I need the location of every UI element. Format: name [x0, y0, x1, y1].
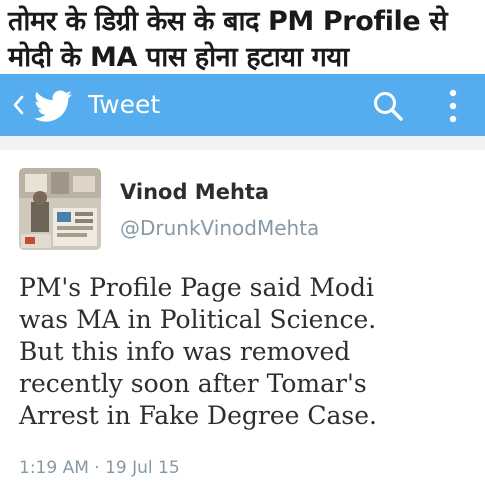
tweet-card: Vinod Mehta @DrunkVinodMehta PM's Profil…: [0, 150, 485, 492]
user-handle[interactable]: @DrunkVinodMehta: [120, 216, 319, 240]
headline-line-1: तोमर के डिग्री केस के बाद PM Profile से: [8, 6, 448, 37]
tweet-text-line: PM's Profile Page said Modi: [19, 273, 374, 302]
tweet-text-line: Arrest in Fake Degree Case.: [19, 401, 377, 430]
toolbar-title: Tweet: [88, 90, 161, 119]
tweet-text-line: But this info was removed: [19, 337, 351, 366]
news-headline: तोमर के डिग्री केस के बाद PM Profile से …: [0, 0, 485, 78]
tweet-timestamp: 1:19 AM · 19 Jul 15: [19, 458, 180, 478]
tweet-text: PM's Profile Page said Modi was MA in Po…: [19, 272, 479, 432]
twitter-bird-icon[interactable]: [33, 90, 73, 122]
tweet-text-line: was MA in Political Science.: [19, 305, 377, 334]
avatar[interactable]: [19, 168, 101, 250]
search-icon[interactable]: [372, 90, 404, 122]
tweet-text-line: recently soon after Tomar's: [19, 369, 367, 398]
back-icon[interactable]: [12, 94, 24, 116]
display-name[interactable]: Vinod Mehta: [120, 180, 269, 204]
headline-line-2: मोदी के MA पास होना हटाया गया: [8, 42, 349, 73]
more-icon[interactable]: [447, 88, 459, 124]
tweet-toolbar: Tweet: [0, 74, 485, 136]
